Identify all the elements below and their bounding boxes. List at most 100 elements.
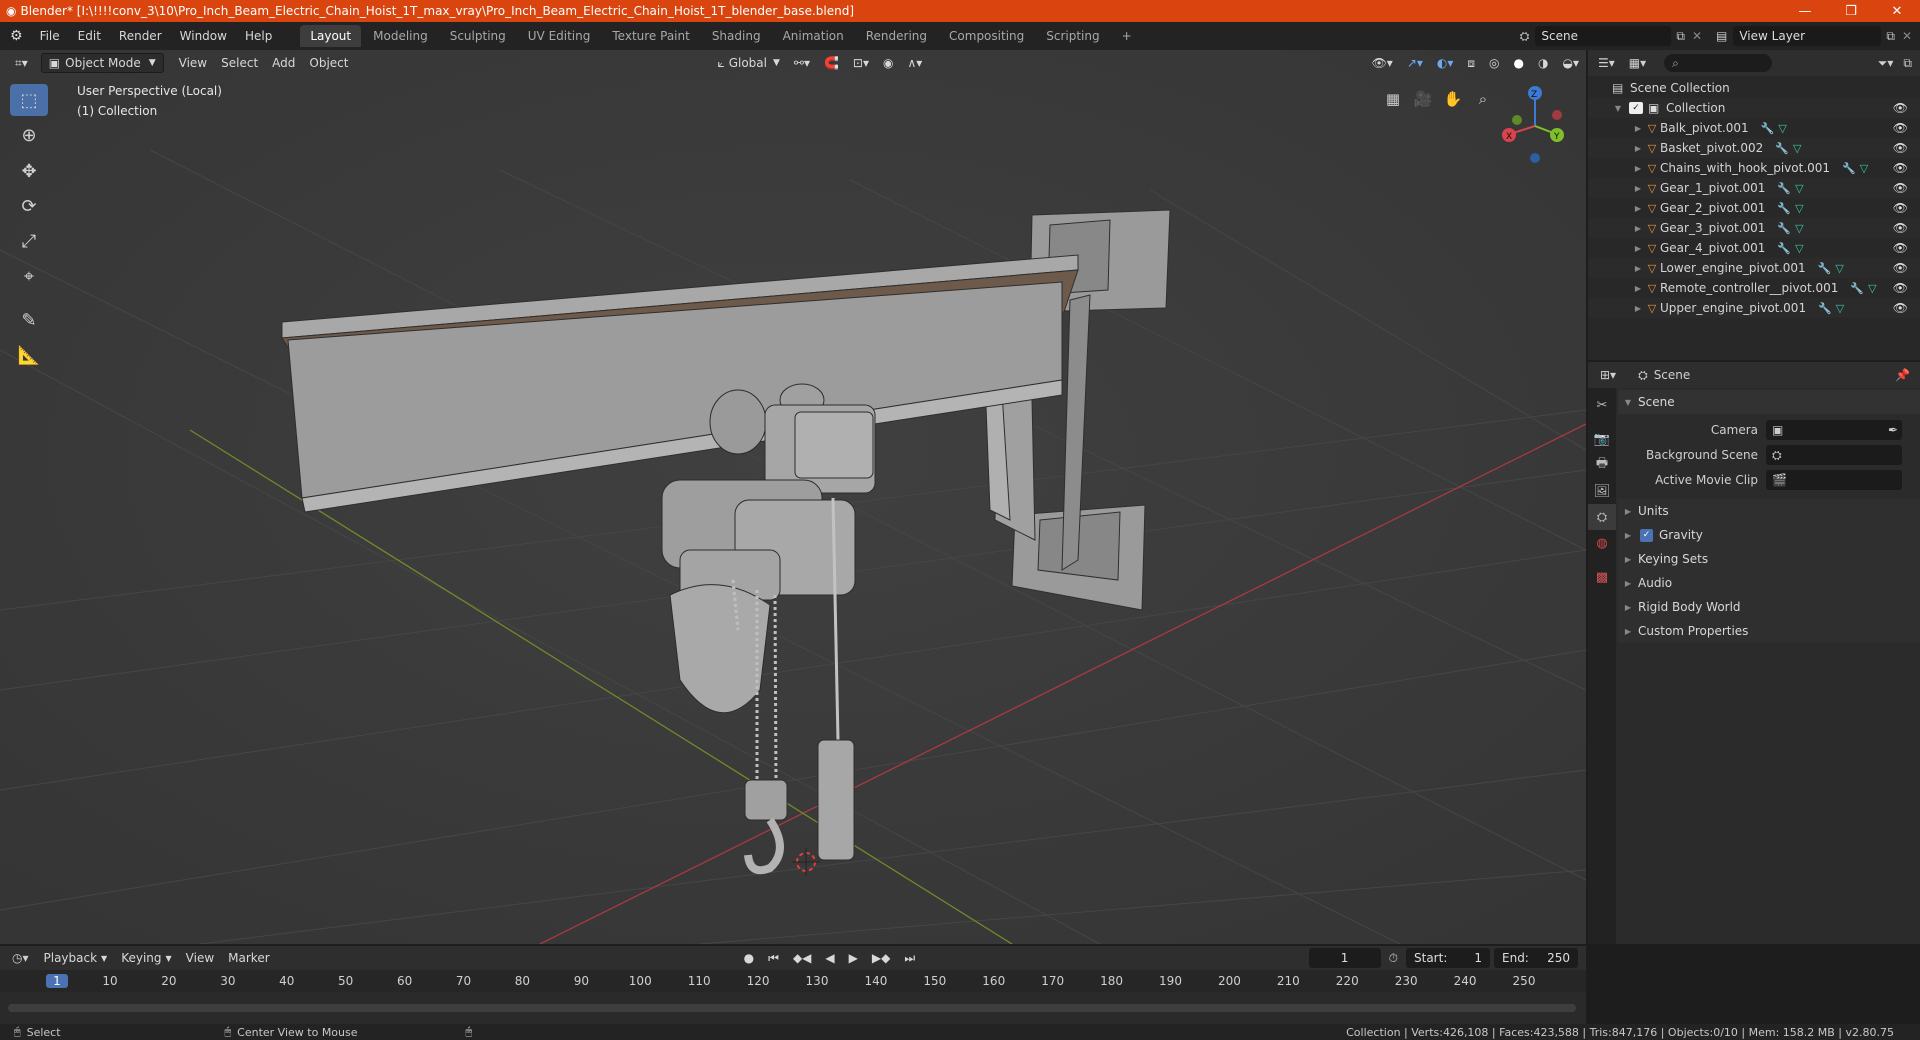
timeline-editor-icon[interactable]: ◷▾ (8, 951, 37, 965)
add-workspace-button[interactable]: + (1112, 25, 1142, 47)
modifier-wrench-icon[interactable]: 🔧 (1775, 142, 1789, 155)
jump-start-icon[interactable]: ⏮ (761, 948, 786, 968)
modifier-wrench-icon[interactable]: 🔧 (1777, 202, 1791, 215)
play-icon[interactable]: ▶ (842, 948, 865, 968)
expand-triangle-icon[interactable]: ▶ (1632, 164, 1644, 173)
rendered-shading-icon[interactable]: ◒▾ (1556, 53, 1587, 73)
menu-timeline-view[interactable]: View (179, 948, 221, 968)
gizmo-toggle-icon[interactable]: ↗▾ (1400, 53, 1430, 73)
remove-scene-icon[interactable]: ✕ (1690, 29, 1710, 43)
mesh-data-icon[interactable]: ▽ (1795, 182, 1803, 195)
pan-hand-icon[interactable]: ✋ (1439, 85, 1467, 113)
eye-icon[interactable]: 👁 (1893, 281, 1908, 295)
properties-editor-icon[interactable]: ⊞▾ (1588, 368, 1624, 382)
new-collection-icon[interactable]: ⧉ (1899, 56, 1920, 71)
outliner-object-row[interactable]: ▶ ▽ Remote_controller__pivot.001 🔧 ▽ 👁 (1588, 278, 1920, 298)
menu-edit[interactable]: Edit (69, 22, 110, 50)
visibility-icon[interactable]: 👁▾ (1365, 53, 1400, 73)
gravity-checkbox[interactable]: ✓ (1640, 528, 1653, 542)
outliner-object-row[interactable]: ▶ ▽ Gear_3_pivot.001 🔧 ▽ 👁 (1588, 218, 1920, 238)
scene-panel-header[interactable]: ▼ Scene (1618, 390, 1920, 414)
modifier-wrench-icon[interactable]: 🔧 (1777, 182, 1791, 195)
record-icon[interactable]: ● (737, 948, 761, 968)
filter-icon[interactable]: ⏷▾ (1872, 56, 1900, 71)
mesh-data-icon[interactable]: ▽ (1793, 142, 1801, 155)
current-frame-field[interactable]: 1 (1308, 948, 1381, 968)
timeline-scrollbar[interactable] (8, 1004, 1576, 1012)
mesh-data-icon[interactable]: ▽ (1868, 282, 1876, 295)
next-keyframe-icon[interactable]: ▶◆ (865, 948, 897, 968)
prev-keyframe-icon[interactable]: ◆◀ (786, 948, 818, 968)
display-mode-icon[interactable]: ▦▾ (1623, 56, 1652, 70)
measure-tool[interactable]: 📐 (10, 339, 48, 371)
expand-triangle-icon[interactable]: ▶ (1632, 264, 1644, 273)
overlays-icon[interactable]: ◐▾ (1430, 53, 1461, 73)
editor-type-icon[interactable]: ⌗▾ (8, 53, 35, 73)
outliner-object-row[interactable]: ▶ ▽ Gear_2_pivot.001 🔧 ▽ 👁 (1588, 198, 1920, 218)
modifier-wrench-icon[interactable]: 🔧 (1850, 282, 1864, 295)
move-tool[interactable]: ✥ (10, 155, 48, 187)
end-frame-field[interactable]: End: 250 (1494, 948, 1578, 968)
menu-file[interactable]: File (31, 22, 69, 50)
expand-triangle-icon[interactable]: ▶ (1632, 304, 1644, 313)
view-layer-icon[interactable]: ▤ (1710, 29, 1733, 43)
mesh-data-icon[interactable]: ▽ (1795, 242, 1803, 255)
outliner-object-row[interactable]: ▶ ▽ Basket_pivot.002 🔧 ▽ 👁 (1588, 138, 1920, 158)
expand-triangle-icon[interactable]: ▶ (1632, 124, 1644, 133)
cursor-tool[interactable]: ⊕ (10, 119, 48, 151)
toggle-camera-grid-icon[interactable]: ▦ (1379, 85, 1407, 113)
eye-icon[interactable]: 👁 (1893, 201, 1908, 215)
tab-uv-editing[interactable]: UV Editing (518, 25, 601, 47)
eye-icon[interactable]: 👁 (1893, 141, 1908, 155)
view-layer-selector[interactable]: View Layer (1733, 26, 1882, 46)
proportional-edit-icon[interactable]: ◉ (876, 53, 900, 73)
world-props-tab[interactable]: ◍ (1588, 530, 1616, 556)
menu-view[interactable]: View (172, 53, 214, 73)
outliner-object-row[interactable]: ▶ ▽ Gear_4_pivot.001 🔧 ▽ 👁 (1588, 238, 1920, 258)
tab-scripting[interactable]: Scripting (1036, 25, 1109, 47)
modifier-wrench-icon[interactable]: 🔧 (1777, 242, 1791, 255)
audio-panel-header[interactable]: ▶ Audio (1618, 571, 1920, 595)
mesh-data-icon[interactable]: ▽ (1835, 262, 1843, 275)
units-panel-header[interactable]: ▶ Units (1618, 499, 1920, 523)
outliner-object-row[interactable]: ▶ ▽ Chains_with_hook_pivot.001 🔧 ▽ 👁 (1588, 158, 1920, 178)
transform-tool[interactable]: ⌖ (10, 260, 48, 292)
eye-icon[interactable]: 👁 (1893, 301, 1908, 315)
pivot-point-icon[interactable]: ⚯▾ (787, 53, 817, 73)
keying-sets-panel-header[interactable]: ▶ Keying Sets (1618, 547, 1920, 571)
menu-window[interactable]: Window (171, 22, 236, 50)
eyedropper-icon[interactable]: ✒ (1888, 423, 1902, 437)
eye-icon[interactable]: 👁 (1893, 261, 1908, 275)
xray-icon[interactable]: ⧈ (1460, 53, 1482, 73)
menu-object[interactable]: Object (302, 53, 355, 73)
output-props-tab[interactable]: 🖶 (1588, 452, 1616, 478)
mesh-data-icon[interactable]: ▽ (1795, 222, 1803, 235)
view-layer-props-tab[interactable]: 🖼 (1588, 478, 1616, 504)
minimize-button[interactable]: — (1782, 0, 1828, 22)
scene-selector[interactable]: Scene (1535, 26, 1672, 46)
material-shading-icon[interactable]: ◑ (1531, 53, 1555, 73)
menu-help[interactable]: Help (236, 22, 281, 50)
mesh-data-icon[interactable]: ▽ (1860, 162, 1868, 175)
scene-props-tab[interactable]: ⛭ (1588, 504, 1616, 530)
tab-texture-paint[interactable]: Texture Paint (602, 25, 699, 47)
start-frame-field[interactable]: Start: 1 (1406, 948, 1490, 968)
expand-triangle-icon[interactable]: ▶ (1632, 144, 1644, 153)
outliner-search-input[interactable]: ⌕ (1664, 54, 1773, 72)
tab-compositing[interactable]: Compositing (939, 25, 1034, 47)
texture-props-tab[interactable]: ▩ (1588, 564, 1616, 590)
new-scene-icon[interactable]: ⧉ (1671, 29, 1690, 44)
render-props-tab[interactable]: 📷 (1588, 426, 1616, 452)
active-movie-clip-field[interactable]: 🎬 (1766, 470, 1902, 490)
tool-props-tab[interactable]: ✂ (1588, 392, 1616, 418)
annotate-tool[interactable]: ✎ (10, 304, 48, 336)
menu-render[interactable]: Render (110, 22, 171, 50)
scale-tool[interactable]: ⤢ (10, 225, 48, 257)
stopwatch-icon[interactable]: ⏱ (1381, 951, 1406, 966)
tab-animation[interactable]: Animation (773, 25, 854, 47)
current-frame-indicator[interactable]: 1 (46, 974, 68, 988)
tab-layout[interactable]: Layout (300, 25, 362, 47)
expand-triangle-icon[interactable]: ▶ (1632, 204, 1644, 213)
close-button[interactable]: ✕ (1874, 0, 1920, 22)
scene-icon[interactable]: ⛭ (1514, 29, 1536, 44)
